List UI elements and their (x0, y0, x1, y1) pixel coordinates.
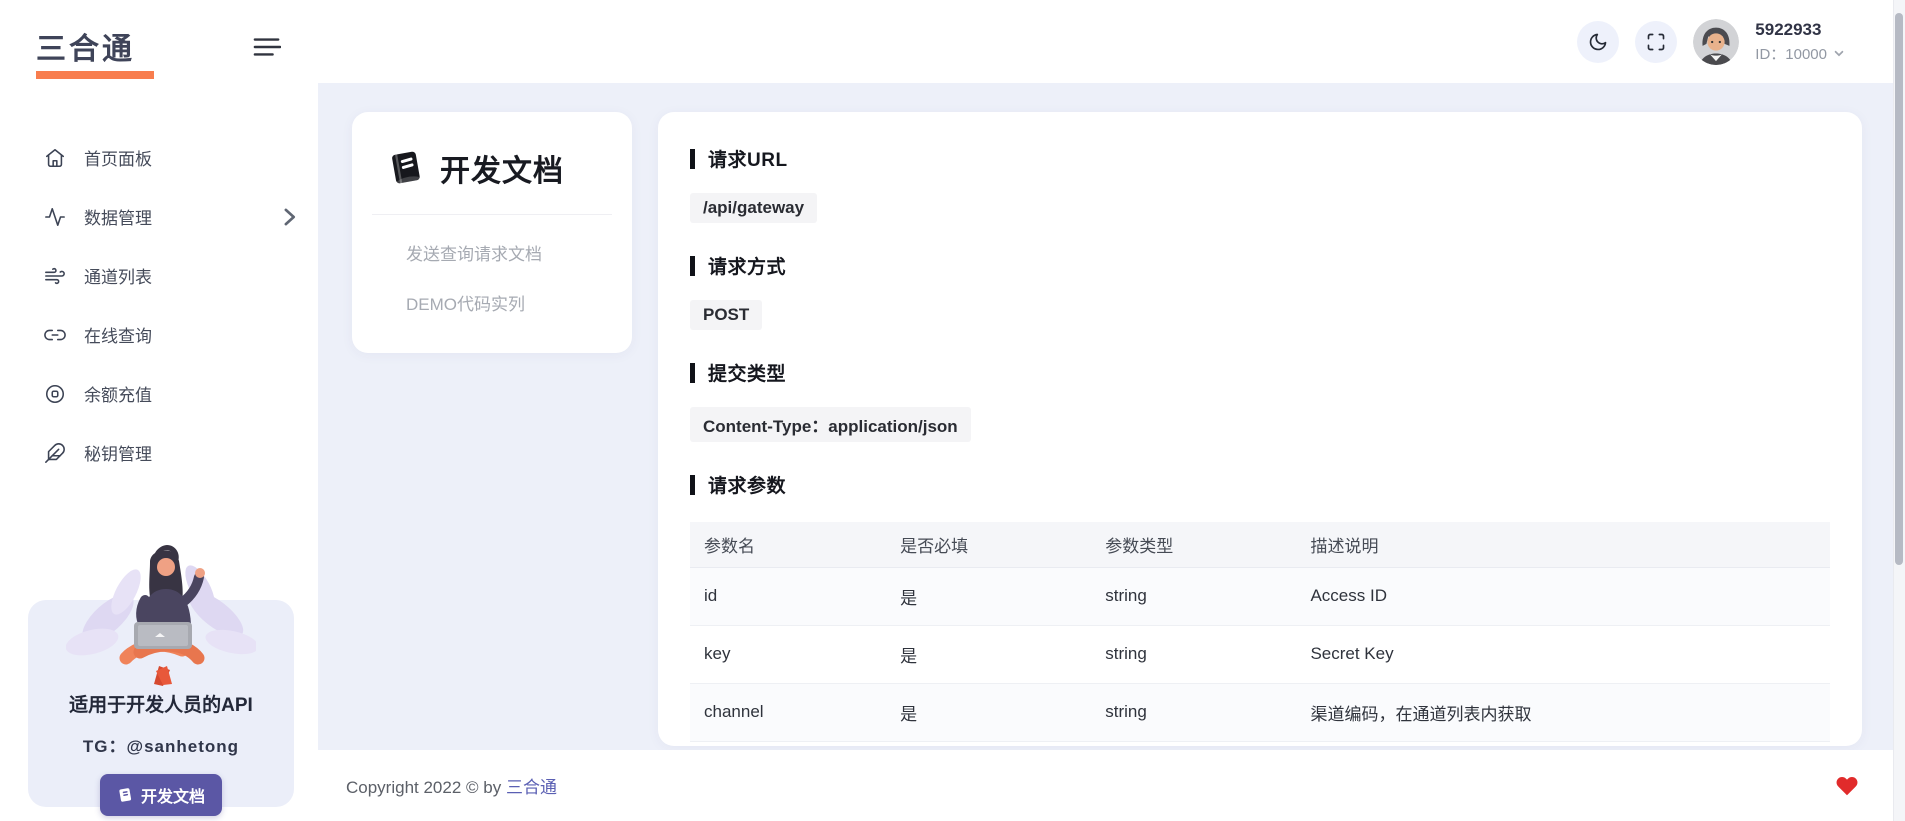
table-row-partial (690, 741, 1830, 746)
user-id: ID：10000 (1755, 43, 1827, 64)
section-request-url: 请求URL /api/gateway (690, 145, 1830, 223)
main-column: 5922933 ID：10000 (318, 0, 1905, 821)
copyright: Copyright 2022 © by 三合通 (346, 773, 557, 798)
sidebar: 三合通 首页面板 数据 (0, 0, 318, 821)
doc-nav-card: 开发文档 发送查询请求文档 DEMO代码实列 (352, 112, 632, 353)
section-heading: 提交类型 (708, 359, 786, 386)
logo-underline (36, 71, 154, 79)
username: 5922933 (1755, 20, 1845, 40)
wind-icon (44, 265, 66, 287)
footer: Copyright 2022 © by 三合通 (318, 750, 1905, 821)
scrollbar-track[interactable] (1893, 0, 1905, 821)
logo-text: 三合通 (36, 24, 154, 68)
section-heading: 请求参数 (708, 471, 786, 498)
section-marker (690, 475, 695, 495)
section-request-params: 请求参数 参数名 是否必填 参数类型 描述说明 (690, 471, 1830, 746)
param-required: 是 (886, 683, 1091, 741)
dev-docs-button[interactable]: 开发文档 (100, 774, 222, 816)
section-heading: 请求URL (708, 145, 788, 172)
table-row: channel 是 string 渠道编码，在通道列表内获取 (690, 683, 1830, 741)
param-name: id (690, 567, 886, 625)
sidebar-item-data-management[interactable]: 数据管理 (0, 187, 318, 246)
avatar[interactable] (1693, 19, 1739, 65)
chevron-down-icon (1833, 47, 1845, 59)
param-type: string (1091, 683, 1296, 741)
disc-icon (44, 383, 66, 405)
chevron-right-icon (278, 206, 300, 228)
sidebar-item-label: 余额充值 (84, 381, 152, 406)
feather-icon (44, 442, 66, 464)
column-header: 参数名 (690, 522, 886, 567)
doc-card-title: 开发文档 (440, 146, 564, 190)
param-type: string (1091, 567, 1296, 625)
param-name: key (690, 625, 886, 683)
sidebar-item-balance-recharge[interactable]: 余额充值 (0, 364, 318, 423)
column-header: 描述说明 (1296, 522, 1830, 567)
param-required: 是 (886, 625, 1091, 683)
logo[interactable]: 三合通 (36, 24, 154, 79)
param-name: channel (690, 683, 886, 741)
content-type-code: Content-Type：application/json (690, 407, 971, 442)
param-description: Access ID (1296, 567, 1830, 625)
section-marker (690, 149, 695, 169)
param-description: Secret Key (1296, 625, 1830, 683)
param-required: 是 (886, 567, 1091, 625)
param-description: 渠道编码，在通道列表内获取 (1296, 683, 1830, 741)
heart-icon (1835, 774, 1859, 798)
request-url-code: /api/gateway (690, 193, 817, 223)
moon-icon (1588, 32, 1608, 52)
column-header: 参数类型 (1091, 522, 1296, 567)
dev-docs-button-label: 开发文档 (141, 783, 205, 807)
request-method-code: POST (690, 300, 762, 330)
sidebar-item-label: 数据管理 (84, 204, 152, 229)
sidebar-item-dashboard[interactable]: 首页面板 (0, 128, 318, 187)
sidebar-item-secret-key[interactable]: 秘钥管理 (0, 423, 318, 482)
book-icon (117, 787, 133, 803)
column-header: 是否必填 (886, 522, 1091, 567)
table-row: id 是 string Access ID (690, 567, 1830, 625)
doc-link-query-request[interactable]: 发送查询请求文档 (352, 240, 632, 265)
section-heading: 请求方式 (708, 252, 786, 279)
section-marker (690, 256, 695, 276)
sidebar-toggle-button[interactable] (250, 32, 284, 62)
params-table-wrap: 参数名 是否必填 参数类型 描述说明 id 是 stri (690, 522, 1830, 746)
section-content-type: 提交类型 Content-Type：application/json (690, 359, 1830, 442)
promo-telegram: TG：@sanhetong (28, 732, 294, 757)
param-type: string (1091, 625, 1296, 683)
avatar-image (1693, 19, 1739, 65)
doc-link-demo-code[interactable]: DEMO代码实列 (352, 290, 632, 315)
link-icon (44, 324, 66, 346)
scrollbar-thumb[interactable] (1895, 13, 1903, 565)
sidebar-item-online-query[interactable]: 在线查询 (0, 305, 318, 364)
sidebar-item-label: 在线查询 (84, 322, 152, 347)
section-marker (690, 363, 695, 383)
fullscreen-button[interactable] (1635, 21, 1677, 63)
copyright-text: Copyright 2022 © by (346, 778, 506, 797)
sidebar-item-label: 秘钥管理 (84, 440, 152, 465)
content-area: 开发文档 发送查询请求文档 DEMO代码实列 请求URL /api/gatewa… (318, 83, 1905, 750)
section-request-method: 请求方式 POST (690, 252, 1830, 330)
table-header-row: 参数名 是否必填 参数类型 描述说明 (690, 522, 1830, 567)
user-menu[interactable]: 5922933 ID：10000 (1755, 20, 1845, 64)
developer-illustration (66, 530, 256, 698)
sidebar-item-label: 首页面板 (84, 145, 152, 170)
table-row: key 是 string Secret Key (690, 625, 1830, 683)
book-icon (386, 148, 426, 188)
activity-icon (44, 206, 66, 228)
top-bar-controls: 5922933 ID：10000 (1577, 0, 1845, 83)
app-window: 三合通 首页面板 数据 (0, 0, 1905, 821)
home-icon (44, 147, 66, 169)
sidebar-nav: 首页面板 数据管理 通道列表 在线查 (0, 128, 318, 482)
hamburger-icon (253, 34, 281, 60)
divider (372, 214, 612, 215)
fullscreen-icon (1646, 32, 1666, 52)
brand-link[interactable]: 三合通 (506, 778, 557, 797)
sidebar-item-channel-list[interactable]: 通道列表 (0, 246, 318, 305)
sidebar-item-label: 通道列表 (84, 263, 152, 288)
params-table: 参数名 是否必填 参数类型 描述说明 id 是 stri (690, 522, 1830, 746)
api-doc-card: 请求URL /api/gateway 请求方式 POST 提交类型 (658, 112, 1862, 746)
top-bar: 5922933 ID：10000 (318, 0, 1905, 83)
dark-mode-button[interactable] (1577, 21, 1619, 63)
